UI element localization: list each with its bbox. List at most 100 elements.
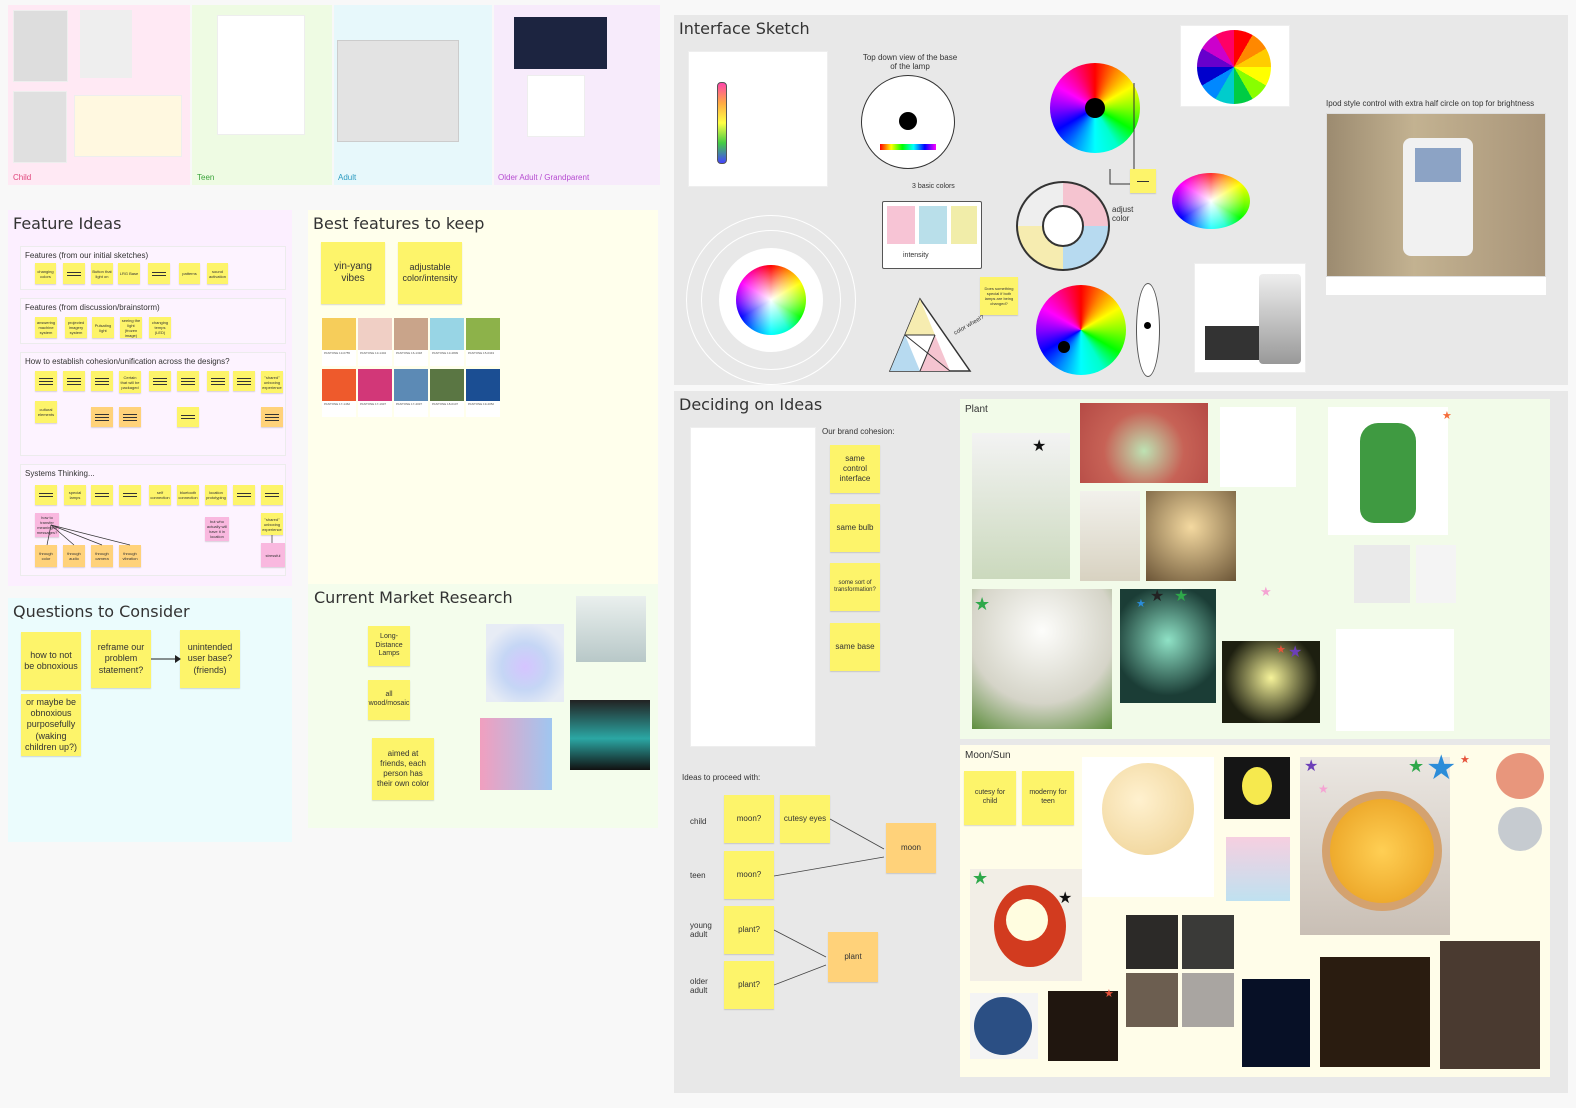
sketch-annotation: adjust color bbox=[1112, 205, 1134, 223]
best-features-frame[interactable]: Best features to keep yin-yang vibes adj… bbox=[308, 210, 658, 586]
sticky-note[interactable] bbox=[148, 263, 170, 284]
sticky-note[interactable]: reframe our problem statement? bbox=[91, 630, 151, 688]
star-icon: ★ bbox=[972, 868, 989, 888]
sticky-note[interactable]: Does something special if both lamps are… bbox=[980, 277, 1018, 315]
sticky-note[interactable]: changing temps (LED) bbox=[149, 317, 171, 338]
slider-sketch bbox=[717, 82, 727, 164]
sticky-note[interactable]: Pulsating light bbox=[92, 317, 114, 338]
star-icon: ★ bbox=[1460, 754, 1470, 766]
sticky-note[interactable]: projected imagery system bbox=[65, 317, 87, 338]
persona-adult-frame[interactable]: Adult bbox=[334, 5, 492, 185]
sticky-note[interactable] bbox=[149, 371, 171, 391]
moon-sun-board[interactable]: Moon/Sun cutesy for child moderny for te… bbox=[960, 745, 1550, 1077]
feature-ideas-frame[interactable]: Feature Ideas Features (from our initial… bbox=[8, 210, 292, 586]
sticky-note[interactable] bbox=[35, 371, 57, 391]
sticky-note[interactable]: cutesy for child bbox=[964, 771, 1016, 825]
moon-lamp-image bbox=[1320, 957, 1430, 1067]
sticky-note[interactable] bbox=[261, 407, 283, 427]
sticky-note[interactable]: unintended user base? (friends) bbox=[180, 630, 240, 688]
color-swatch: PANTONE 19-4052 bbox=[466, 369, 500, 417]
sticky-note[interactable]: seeing the light (frozen image) bbox=[120, 317, 142, 338]
plant-lamp-image bbox=[1328, 407, 1448, 535]
sticky-note[interactable]: aimed at friends, each person has their … bbox=[372, 738, 434, 800]
color-swatch: PANTONE 13-0755 bbox=[322, 318, 356, 366]
moon-lamp-image bbox=[1126, 973, 1178, 1027]
persona-label: Older Adult / Grandparent bbox=[498, 173, 590, 182]
star-icon: ★ bbox=[1058, 890, 1073, 907]
plant-lamp-image bbox=[1120, 589, 1216, 703]
sticky-note[interactable]: LRG Base bbox=[118, 263, 140, 284]
older-photo-image bbox=[514, 17, 607, 69]
sticky-note[interactable] bbox=[177, 371, 199, 391]
star-icon: ★ bbox=[1408, 756, 1425, 776]
connector-lines bbox=[46, 524, 273, 546]
sticky-note[interactable]: "shared" unboxing experience bbox=[261, 371, 283, 393]
moon-lamp-image bbox=[1226, 837, 1290, 901]
persona-child-frame[interactable]: Child bbox=[8, 5, 190, 185]
sticky-note[interactable] bbox=[63, 371, 85, 391]
ipod-photo-image bbox=[1326, 113, 1546, 277]
systems-thinking-group[interactable]: Systems Thinking... special lamps self c… bbox=[20, 464, 286, 576]
pantone-swatches: PANTONE 13-0755 PANTONE 13-1404 PANTONE … bbox=[322, 318, 502, 418]
moon-lamp-image bbox=[1224, 757, 1290, 819]
color-wheel[interactable] bbox=[736, 265, 806, 335]
sticky-note[interactable] bbox=[63, 263, 85, 284]
moon-lamp-image bbox=[1182, 915, 1234, 969]
deciding-ideas-frame[interactable]: Deciding on Ideas Our brand cohesion: sa… bbox=[674, 391, 1568, 1093]
sticky-note[interactable] bbox=[1130, 169, 1156, 193]
child-sketch-image bbox=[80, 10, 132, 78]
questions-frame[interactable]: Questions to Consider how to not be obno… bbox=[8, 598, 292, 842]
sticky-note[interactable]: adjustable color/intensity bbox=[398, 242, 462, 304]
market-lamp-image bbox=[570, 700, 650, 770]
persona-older-frame[interactable]: Older Adult / Grandparent bbox=[494, 5, 660, 185]
plant-lamp-image bbox=[972, 589, 1112, 729]
sticky-note[interactable] bbox=[233, 371, 255, 391]
plant-board[interactable]: Plant ★ ★ ★ ★ ★ ★ ★ ★ ★ bbox=[960, 399, 1550, 739]
sticky-note[interactable]: yin-yang vibes bbox=[321, 242, 385, 304]
sketch-annotation: 3 basic colors bbox=[912, 183, 955, 190]
moon-lamp-image bbox=[1126, 915, 1178, 969]
sticky-note[interactable] bbox=[207, 371, 229, 391]
features-initial-group[interactable]: Features (from our initial sketches) cha… bbox=[20, 246, 286, 290]
sticky-note[interactable]: sound activation bbox=[207, 263, 228, 284]
market-research-frame[interactable]: Current Market Research Long-Distance La… bbox=[308, 584, 658, 828]
brightness-slider-sketch[interactable] bbox=[1136, 283, 1160, 377]
moon-lamp-image bbox=[1048, 991, 1118, 1061]
sticky-note[interactable] bbox=[91, 407, 113, 427]
persona-label: Child bbox=[13, 173, 32, 182]
adjust-color-sketch bbox=[1016, 181, 1110, 271]
sticky-note[interactable]: Button that light on bbox=[91, 263, 113, 284]
sticky-note[interactable]: patterns bbox=[179, 263, 200, 284]
sticky-note[interactable]: cultural elements bbox=[35, 401, 57, 423]
child-sketch-image bbox=[13, 10, 68, 82]
cohesion-group[interactable]: How to establish cohesion/unification ac… bbox=[20, 352, 286, 456]
color-wheel-image bbox=[1172, 173, 1250, 229]
interface-sketch-frame[interactable]: Interface Sketch Top down view of the ba… bbox=[674, 15, 1568, 385]
older-sketch-image bbox=[527, 75, 585, 137]
star-icon: ★ bbox=[1174, 588, 1189, 605]
group-heading: How to establish cohesion/unification ac… bbox=[25, 357, 230, 366]
features-brainstorm-group[interactable]: Features (from discussion/brainstorm) an… bbox=[20, 298, 286, 344]
sticky-note[interactable] bbox=[119, 407, 141, 427]
moon-lamp-image bbox=[1182, 973, 1234, 1027]
large-circle-control[interactable] bbox=[686, 215, 856, 385]
sticky-note[interactable] bbox=[177, 407, 199, 427]
sticky-note[interactable]: answering machine system bbox=[35, 317, 57, 338]
persona-label: Adult bbox=[338, 173, 357, 182]
ipod-caption: Ipod style control with extra half circl… bbox=[1326, 99, 1535, 108]
sticky-note[interactable]: changing colors bbox=[35, 263, 56, 284]
sticky-note[interactable]: how to not be obnoxious bbox=[21, 632, 81, 690]
color-swatch: PANTONE 16-1318 bbox=[394, 318, 428, 366]
sticky-note[interactable]: Certain that will be packaged bbox=[119, 371, 141, 393]
market-lamp-image bbox=[576, 596, 646, 662]
sticky-note[interactable]: all wood/mosaic bbox=[368, 680, 410, 720]
sticky-note[interactable]: or maybe be obnoxious purposefully (waki… bbox=[21, 694, 81, 756]
sticky-note[interactable] bbox=[91, 371, 113, 391]
star-icon: ★ bbox=[1288, 644, 1303, 661]
sticky-note[interactable]: moderny for teen bbox=[1022, 771, 1074, 825]
sticky-note[interactable]: Long-Distance Lamps bbox=[368, 626, 410, 666]
color-wheel[interactable] bbox=[1036, 285, 1126, 375]
persona-teen-frame[interactable]: Teen bbox=[192, 5, 332, 185]
star-icon: ★ bbox=[1260, 584, 1272, 599]
persona-label: Teen bbox=[197, 173, 215, 182]
